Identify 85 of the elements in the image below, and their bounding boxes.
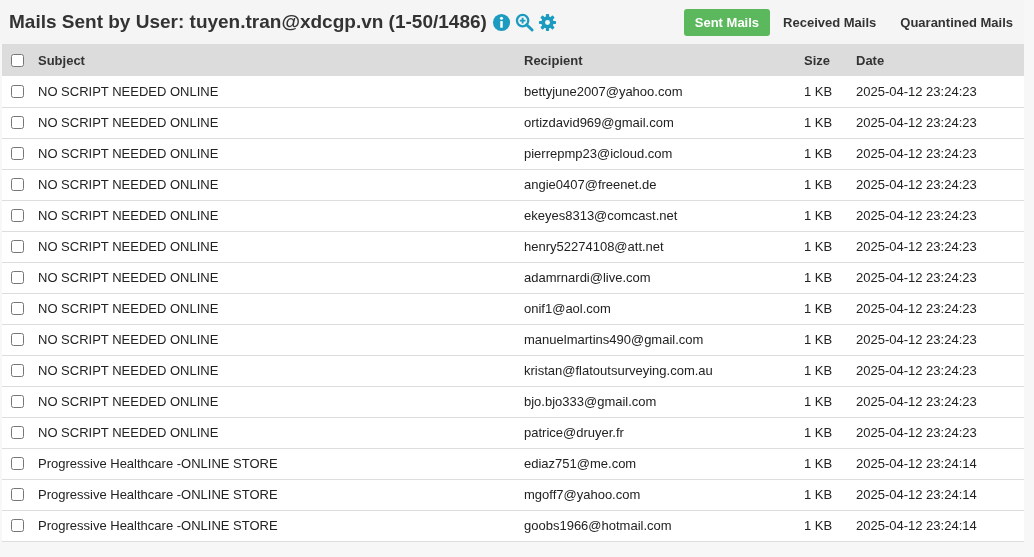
recipient-cell: angie0407@freenet.de bbox=[524, 177, 657, 192]
size-cell: 1 KB bbox=[804, 363, 833, 378]
size-cell: 1 KB bbox=[804, 425, 833, 440]
recipient-cell: goobs1966@hotmail.com bbox=[524, 518, 672, 533]
checkbox[interactable] bbox=[11, 333, 24, 346]
recipient-cell: bjo.bjo333@gmail.com bbox=[524, 394, 657, 409]
checkbox[interactable] bbox=[11, 364, 24, 377]
date-cell: 2025-04-12 23:24:14 bbox=[856, 456, 977, 471]
size-cell: 1 KB bbox=[804, 239, 833, 254]
date-cell: 2025-04-12 23:24:23 bbox=[856, 394, 977, 409]
checkbox[interactable] bbox=[11, 209, 24, 222]
recipient-cell: manuelmartins490@gmail.com bbox=[524, 332, 704, 347]
date-cell: 2025-04-12 23:24:23 bbox=[856, 332, 977, 347]
size-cell: 1 KB bbox=[804, 518, 833, 533]
subject-cell: NO SCRIPT NEEDED ONLINE bbox=[38, 177, 219, 192]
subject-cell: NO SCRIPT NEEDED ONLINE bbox=[38, 301, 219, 316]
checkbox[interactable] bbox=[11, 147, 24, 160]
size-cell: 1 KB bbox=[804, 146, 833, 161]
checkbox[interactable] bbox=[11, 116, 24, 129]
checkbox[interactable] bbox=[11, 178, 24, 191]
zoom-in-icon[interactable] bbox=[514, 12, 534, 32]
subject-cell: Progressive Healthcare -ONLINE STORE bbox=[38, 518, 278, 533]
recipient-cell: adamrnardi@live.com bbox=[524, 270, 651, 285]
subject-cell: NO SCRIPT NEEDED ONLINE bbox=[38, 239, 219, 254]
size-cell: 1 KB bbox=[804, 456, 833, 471]
date-cell: 2025-04-12 23:24:23 bbox=[856, 425, 977, 440]
checkbox[interactable] bbox=[11, 457, 24, 470]
recipient-cell: onif1@aol.com bbox=[524, 301, 611, 316]
column-header[interactable]: Recipient bbox=[524, 52, 583, 68]
size-cell: 1 KB bbox=[804, 177, 833, 192]
checkbox[interactable] bbox=[11, 84, 24, 98]
subject-cell: NO SCRIPT NEEDED ONLINE bbox=[38, 363, 219, 378]
recipient-cell: mgoff7@yahoo.com bbox=[524, 487, 641, 502]
subject-cell: Progressive Healthcare -ONLINE STORE bbox=[38, 487, 278, 502]
date-cell: 2025-04-12 23:24:23 bbox=[856, 301, 977, 316]
size-cell: 1 KB bbox=[804, 487, 833, 502]
settings-icon[interactable] bbox=[537, 12, 557, 32]
checkbox[interactable] bbox=[11, 519, 24, 532]
recipient-cell: bettyjune2007@yahoo.com bbox=[524, 83, 683, 99]
info-icon[interactable] bbox=[491, 12, 511, 32]
date-cell: 2025-04-12 23:24:23 bbox=[856, 239, 977, 254]
subject-cell: Progressive Healthcare -ONLINE STORE bbox=[38, 456, 278, 471]
size-cell: 1 KB bbox=[804, 270, 833, 285]
checkbox[interactable] bbox=[11, 302, 24, 315]
recipient-cell: ekeyes8313@comcast.net bbox=[524, 208, 678, 223]
recipient-cell: ortizdavid969@gmail.com bbox=[524, 115, 674, 130]
size-cell: 1 KB bbox=[804, 83, 833, 99]
date-cell: 2025-04-12 23:24:23 bbox=[856, 115, 977, 130]
recipient-cell: henry52274108@att.net bbox=[524, 239, 664, 254]
date-cell: 2025-04-12 23:24:23 bbox=[856, 83, 977, 99]
subject-cell: NO SCRIPT NEEDED ONLINE bbox=[38, 83, 219, 99]
subject-cell: NO SCRIPT NEEDED ONLINE bbox=[38, 270, 219, 285]
subject-cell: NO SCRIPT NEEDED ONLINE bbox=[38, 146, 219, 161]
recipient-cell: kristan@flatoutsurveying.com.au bbox=[524, 363, 713, 378]
size-cell: 1 KB bbox=[804, 332, 833, 347]
size-cell: 1 KB bbox=[804, 115, 833, 130]
column-header[interactable]: Subject bbox=[38, 52, 85, 68]
checkbox[interactable] bbox=[11, 53, 24, 67]
checkbox[interactable] bbox=[11, 240, 24, 253]
recipient-cell: pierrepmp23@icloud.com bbox=[524, 146, 673, 161]
checkbox[interactable] bbox=[11, 271, 24, 284]
date-cell: 2025-04-12 23:24:23 bbox=[856, 208, 977, 223]
mail-tab[interactable]: Quarantined Mails bbox=[889, 8, 1024, 36]
date-cell: 2025-04-12 23:24:23 bbox=[856, 177, 977, 192]
subject-cell: NO SCRIPT NEEDED ONLINE bbox=[38, 394, 219, 409]
date-cell: 2025-04-12 23:24:23 bbox=[856, 270, 977, 285]
date-cell: 2025-04-12 23:24:23 bbox=[856, 146, 977, 161]
subject-cell: NO SCRIPT NEEDED ONLINE bbox=[38, 208, 219, 223]
checkbox[interactable] bbox=[11, 426, 24, 439]
page-title: Mails Sent by User: tuyen.tran@xdcgp.vn (1-50/1486) bbox=[9, 11, 487, 33]
subject-cell: NO SCRIPT NEEDED ONLINE bbox=[38, 425, 219, 440]
size-cell: 1 KB bbox=[804, 301, 833, 316]
checkbox[interactable] bbox=[11, 395, 24, 408]
subject-cell: NO SCRIPT NEEDED ONLINE bbox=[38, 332, 219, 347]
subject-cell: NO SCRIPT NEEDED ONLINE bbox=[38, 115, 219, 130]
date-cell: 2025-04-12 23:24:14 bbox=[856, 518, 977, 533]
size-cell: 1 KB bbox=[804, 208, 833, 223]
recipient-cell: ediaz751@me.com bbox=[524, 456, 637, 471]
column-header[interactable]: Date bbox=[856, 52, 885, 68]
mail-tab[interactable]: Received Mails bbox=[772, 8, 888, 36]
date-cell: 2025-04-12 23:24:14 bbox=[856, 487, 977, 502]
date-cell: 2025-04-12 23:24:23 bbox=[856, 363, 977, 378]
checkbox[interactable] bbox=[11, 488, 24, 501]
recipient-cell: patrice@druyer.fr bbox=[524, 425, 624, 440]
size-cell: 1 KB bbox=[804, 394, 833, 409]
